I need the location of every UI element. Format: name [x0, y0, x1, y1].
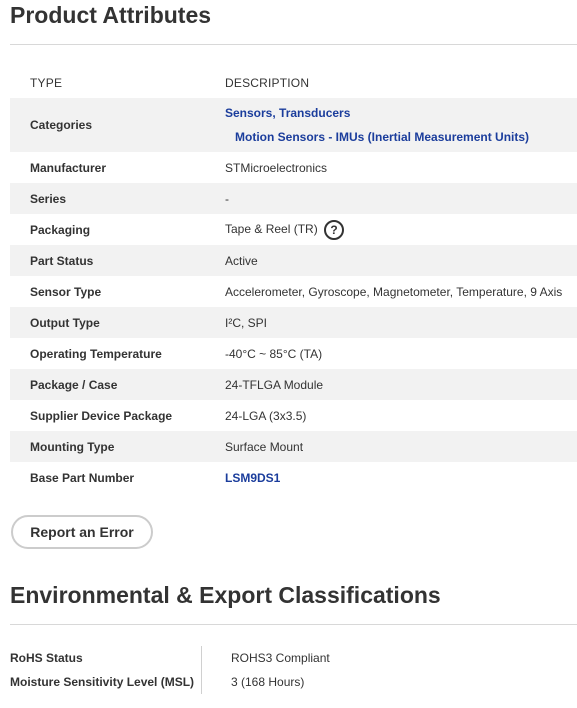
table-row: Packaging Tape & Reel (TR) ? — [10, 214, 577, 245]
row-value-base-part-number: LSM9DS1 — [225, 462, 577, 493]
environmental-divider — [10, 624, 577, 625]
row-value: STMicroelectronics — [225, 160, 328, 175]
product-attributes-table: TYPE DESCRIPTION Categories Sensors, Tra… — [10, 67, 577, 493]
table-row: Output Type I²C, SPI — [10, 307, 577, 338]
table-row: Base Part Number LSM9DS1 — [10, 462, 577, 493]
row-label: Supplier Device Package — [30, 408, 173, 423]
table-row: Part Status Active — [10, 245, 577, 276]
row-label: Series — [10, 183, 225, 214]
row-label: Manufacturer — [30, 160, 107, 175]
section-title-environmental: Environmental & Export Classifications — [10, 582, 441, 608]
row-label: Package / Case — [10, 369, 225, 400]
row-value: Surface Mount — [225, 431, 577, 462]
column-header-description: DESCRIPTION — [225, 75, 310, 90]
row-value: Active — [225, 245, 577, 276]
table-row: Series - — [10, 183, 577, 214]
row-value: Accelerometer, Gyroscope, Magnetometer, … — [225, 284, 563, 299]
table-row: Supplier Device Package 24-LGA (3x3.5) — [10, 400, 577, 431]
table-row: Mounting Type Surface Mount — [10, 431, 577, 462]
row-value: - — [225, 183, 577, 214]
row-value: -40°C ~ 85°C (TA) — [225, 346, 323, 361]
env-label: Moisture Sensitivity Level (MSL) — [10, 675, 195, 689]
row-label: Output Type — [10, 307, 225, 338]
row-label: Base Part Number — [30, 470, 135, 485]
question-circle-icon[interactable]: ? — [324, 219, 345, 240]
report-error-button[interactable]: Report an Error — [11, 515, 153, 549]
row-label: Packaging — [30, 222, 91, 237]
row-value: 24-LGA (3x3.5) — [225, 408, 307, 423]
env-value: ROHS3 Compliant — [231, 651, 330, 665]
title-divider — [10, 44, 577, 45]
category-link-motion-sensors-imus[interactable]: Motion Sensors - IMUs (Inertial Measurem… — [235, 130, 577, 144]
table-row: Manufacturer STMicroelectronics — [10, 152, 577, 183]
categories-links: Sensors, Transducers Motion Sensors - IM… — [225, 98, 577, 152]
column-header-type: TYPE — [30, 75, 63, 90]
table-row: Sensor Type Accelerometer, Gyroscope, Ma… — [10, 276, 577, 307]
row-label: Mounting Type — [10, 431, 225, 462]
env-label: RoHS Status — [10, 651, 83, 665]
table-row: Categories Sensors, Transducers Motion S… — [10, 98, 577, 152]
row-label-categories: Categories — [10, 98, 225, 152]
row-label: Operating Temperature — [30, 346, 162, 361]
table-row: Operating Temperature -40°C ~ 85°C (TA) — [10, 338, 577, 369]
row-label: Sensor Type — [30, 284, 102, 299]
row-label: Part Status — [10, 245, 225, 276]
row-value: 24-TFLGA Module — [225, 369, 577, 400]
env-value: 3 (168 Hours) — [231, 675, 305, 689]
section-title-product-attributes: Product Attributes — [10, 2, 212, 28]
table-row: Package / Case 24-TFLGA Module — [10, 369, 577, 400]
table-header-row: TYPE DESCRIPTION — [10, 67, 577, 98]
row-value-packaging: Tape & Reel (TR) ? — [225, 214, 577, 245]
category-link-sensors-transducers[interactable]: Sensors, Transducers — [225, 106, 577, 120]
row-value: I²C, SPI — [225, 307, 577, 338]
base-part-number-link[interactable]: LSM9DS1 — [225, 471, 577, 485]
packaging-value: Tape & Reel (TR) — [225, 221, 318, 236]
column-separator — [201, 646, 202, 694]
